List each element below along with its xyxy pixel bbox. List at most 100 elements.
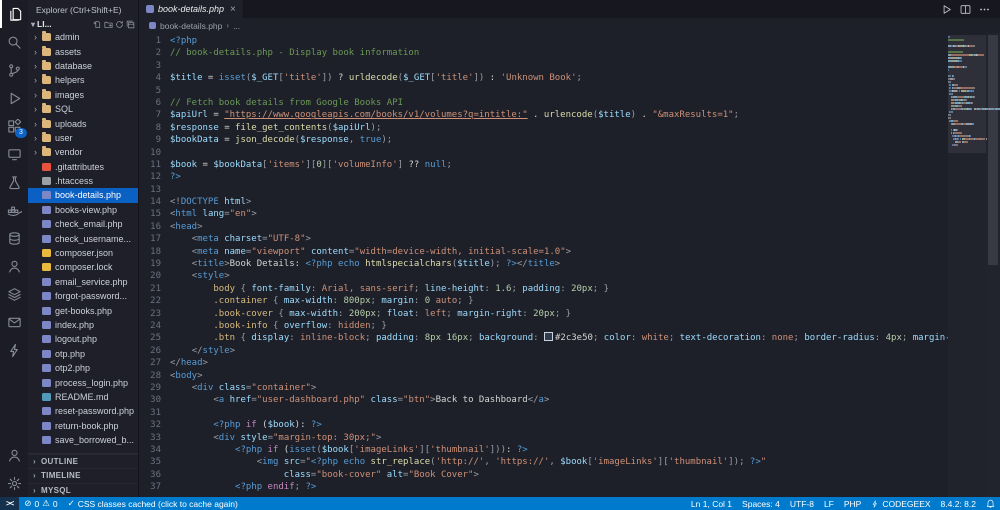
remote-indicator[interactable]: >< <box>0 497 20 510</box>
code-line: 33 <div style="margin-top: 30px;"> <box>139 432 948 444</box>
section-timeline[interactable]: › TIMELINE <box>28 468 138 483</box>
json-file-icon <box>42 249 51 258</box>
scrollbar-thumb[interactable] <box>988 35 998 265</box>
line-content: $bookData = json_decode($response, true)… <box>170 135 393 146</box>
settings-icon[interactable] <box>0 469 28 497</box>
tree-item-.htaccess[interactable]: .htaccess <box>28 174 138 188</box>
tree-item-sql[interactable]: › SQL <box>28 102 138 116</box>
search-icon[interactable] <box>0 28 28 56</box>
docker-icon[interactable] <box>0 196 28 224</box>
remote-explorer-icon[interactable] <box>0 140 28 168</box>
status-encoding[interactable]: UTF-8 <box>785 497 819 510</box>
tree-item-label: user <box>55 132 73 143</box>
problems-indicator[interactable]: ⊘ 0 ⚠ 0 <box>19 497 62 510</box>
minimap[interactable] <box>948 35 1000 497</box>
line-number: 10 <box>150 147 161 158</box>
tree-item-check-email.php[interactable]: check_email.php <box>28 217 138 231</box>
tab-bar: book-details.php × <box>139 0 1000 18</box>
tree-item-forgot-password...[interactable]: forgot-password... <box>28 289 138 303</box>
tree-item-composer.lock[interactable]: composer.lock <box>28 260 138 274</box>
line-content: <title>Book Details: <?php echo htmlspec… <box>191 259 561 270</box>
line-number: 6 <box>155 97 161 108</box>
testing-icon[interactable] <box>0 168 28 196</box>
tree-item-check-username...[interactable]: check_username... <box>28 231 138 245</box>
tree-item-label: uploads <box>55 118 87 129</box>
chat-icon[interactable] <box>0 252 28 280</box>
code-line: 4 $title = isset($_GET['title']) ? urldec… <box>139 72 948 84</box>
code-editor[interactable]: 1 <?php 2 // book-details.php - Display boo… <box>139 35 948 497</box>
project-root-row[interactable]: ▾ LI... <box>28 18 138 30</box>
tree-item-return-book.php[interactable]: return-book.php <box>28 419 138 433</box>
status-codegeex[interactable]: CODEGEEX <box>866 497 935 510</box>
tree-item-user[interactable]: › user <box>28 131 138 145</box>
tree-item-save-borrowed-b...[interactable]: save_borrowed_b... <box>28 433 138 447</box>
tree-item-.gitattributes[interactable]: .gitattributes <box>28 160 138 174</box>
tree-item-label: forgot-password... <box>55 291 128 302</box>
tree-item-email-service.php[interactable]: email_service.php <box>28 275 138 289</box>
code-line: 35 <img src="<?php echo str_replace('htt… <box>139 456 948 468</box>
tree-item-get-books.php[interactable]: get-books.php <box>28 303 138 317</box>
section-mysql[interactable]: › MYSQL <box>28 482 138 498</box>
status-eol[interactable]: LF <box>819 497 839 510</box>
refresh-icon[interactable] <box>115 20 124 29</box>
collapse-all-icon[interactable] <box>126 20 135 29</box>
css-cache-label: CSS classes cached (click to cache again… <box>77 498 238 509</box>
tree-item-reset-password.php[interactable]: reset-password.php <box>28 404 138 418</box>
chevron-right-icon: › <box>34 118 37 129</box>
tree-item-helpers[interactable]: › helpers <box>28 73 138 87</box>
new-folder-icon[interactable] <box>104 20 113 29</box>
tree-item-process-login.php[interactable]: process_login.php <box>28 375 138 389</box>
line-content: ?> <box>170 172 181 183</box>
new-file-icon[interactable] <box>93 20 102 29</box>
tree-item-database[interactable]: › database <box>28 59 138 73</box>
explorer-icon[interactable] <box>0 0 28 28</box>
run-icon[interactable] <box>941 4 952 15</box>
tree-item-logout.php[interactable]: logout.php <box>28 332 138 346</box>
account-icon[interactable] <box>0 441 28 469</box>
tree-item-otp.php[interactable]: otp.php <box>28 347 138 361</box>
tab-book-details[interactable]: book-details.php × <box>139 0 244 18</box>
tree-item-uploads[interactable]: › uploads <box>28 116 138 130</box>
tree-item-index.php[interactable]: index.php <box>28 318 138 332</box>
source-control-icon[interactable] <box>0 56 28 84</box>
status-php-version[interactable]: 8.4.2: 8.2 <box>936 497 981 510</box>
css-cache-status[interactable]: ✓ CSS classes cached (click to cache aga… <box>63 497 243 510</box>
breadcrumb-symbol[interactable]: ... <box>233 21 240 31</box>
code-wrap: 1 <?php 2 // book-details.php - Display boo… <box>139 33 1000 497</box>
section-outline[interactable]: › OUTLINE <box>28 453 138 469</box>
tree-item-images[interactable]: › images <box>28 88 138 102</box>
mail-icon[interactable] <box>0 308 28 336</box>
tree-item-readme.md[interactable]: README.md <box>28 390 138 404</box>
notifications-button[interactable] <box>981 497 1000 510</box>
line-content: <!DOCTYPE html> <box>170 197 252 208</box>
line-number: 32 <box>150 420 161 431</box>
tree-item-otp2.php[interactable]: otp2.php <box>28 361 138 375</box>
php-file-icon <box>42 292 51 301</box>
database-icon[interactable] <box>0 224 28 252</box>
tree-item-vendor[interactable]: › vendor <box>28 145 138 159</box>
extensions-icon[interactable]: 3 <box>0 112 28 140</box>
tree-item-assets[interactable]: › assets <box>28 44 138 58</box>
tree-item-admin[interactable]: › admin <box>28 30 138 44</box>
codegeex-icon[interactable] <box>0 336 28 364</box>
status-language-mode[interactable]: PHP <box>839 497 866 510</box>
layers-icon[interactable] <box>0 280 28 308</box>
editor-scrollbar[interactable] <box>986 33 1000 497</box>
php-file-icon <box>42 364 51 373</box>
split-editor-icon[interactable] <box>960 4 971 15</box>
breadcrumb[interactable]: book-details.php › ... <box>139 18 1000 33</box>
bell-icon <box>986 499 995 508</box>
line-number: 35 <box>150 457 161 468</box>
search-glyph <box>7 35 22 50</box>
run-debug-icon[interactable] <box>0 84 28 112</box>
tree-item-book-details.php[interactable]: book-details.php <box>28 188 138 203</box>
tree-item-books-view.php[interactable]: books-view.php <box>28 203 138 217</box>
person-glyph <box>7 448 22 463</box>
more-actions-icon[interactable] <box>979 4 990 15</box>
tree-item-composer.json[interactable]: composer.json <box>28 246 138 260</box>
status-cursor-position[interactable]: Ln 1, Col 1 <box>686 497 737 510</box>
close-icon[interactable]: × <box>230 4 236 15</box>
line-number: 25 <box>150 333 161 344</box>
status-indentation[interactable]: Spaces: 4 <box>737 497 785 510</box>
breadcrumb-file[interactable]: book-details.php <box>160 21 222 31</box>
